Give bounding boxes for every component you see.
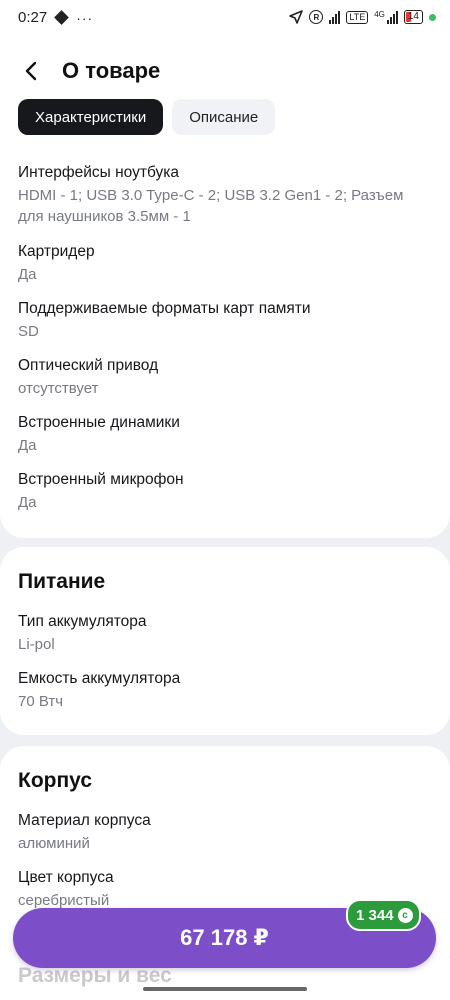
- spec-label: Тип аккумулятора: [18, 613, 147, 630]
- registered-icon: R: [309, 10, 324, 24]
- page-header: О товаре: [18, 58, 160, 84]
- spec-label: Материал корпуса: [18, 812, 151, 829]
- bonus-coin-icon: c: [397, 907, 413, 923]
- chevron-left-icon: [25, 61, 37, 81]
- home-indicator[interactable]: [143, 987, 307, 991]
- more-notifications-icon: ···: [76, 9, 94, 26]
- location-arrow-icon: [289, 10, 304, 24]
- volte-icon: LTE: [346, 10, 369, 24]
- spec-battery-capacity: Емкость аккумулятора 70 Втч: [18, 668, 433, 712]
- spec-body-material: Материал корпуса алюминий: [18, 810, 433, 854]
- spec-value: Да: [18, 437, 37, 454]
- signal-icon: [329, 10, 341, 24]
- spec-label: Картридер: [18, 243, 95, 260]
- battery-level: 14: [407, 11, 419, 22]
- power-section-title: Питание: [18, 570, 106, 593]
- tab-description[interactable]: Описание: [172, 99, 276, 135]
- spec-value: 70 Втч: [18, 693, 64, 710]
- tab-bar: Характеристики Описание: [18, 99, 276, 135]
- spec-label: Емкость аккумулятора: [18, 670, 181, 687]
- spec-value: алюминий: [18, 835, 90, 852]
- spec-cardreader: Картридер Да: [18, 241, 433, 285]
- status-time: 0:27: [18, 9, 48, 26]
- spec-optical-drive: Оптический привод отсутствует: [18, 355, 433, 399]
- spec-card-formats: Поддерживаемые форматы карт памяти SD: [18, 298, 433, 342]
- spec-value: отсутствует: [18, 380, 99, 397]
- spec-label: Встроенный микрофон: [18, 471, 184, 488]
- spec-label: Оптический привод: [18, 357, 159, 374]
- spec-value: Li-pol: [18, 636, 55, 653]
- status-bar: 0:27 ··· R LTE 4G 14: [0, 0, 450, 38]
- spec-label: Встроенные динамики: [18, 414, 180, 431]
- spec-label: Поддерживаемые форматы карт памяти: [18, 300, 311, 317]
- spec-interfaces: Интерфейсы ноутбука HDMI - 1; USB 3.0 Ty…: [18, 162, 433, 227]
- bonus-amount: 1 344: [356, 906, 394, 924]
- back-button[interactable]: [18, 58, 44, 84]
- bonus-badge: 1 344 c: [346, 899, 421, 931]
- signal-4g-icon: 4G: [374, 10, 398, 24]
- price-label: 67 178 ₽: [180, 925, 269, 950]
- tab-specifications[interactable]: Характеристики: [18, 99, 164, 135]
- page-title: О товаре: [62, 58, 161, 83]
- status-dot-icon: [429, 13, 436, 21]
- spec-speakers: Встроенные динамики Да: [18, 412, 433, 456]
- spec-label: Цвет корпуса: [18, 869, 114, 886]
- spec-value: SD: [18, 323, 39, 340]
- spec-battery-type: Тип аккумулятора Li-pol: [18, 611, 433, 655]
- spec-microphone: Встроенный микрофон Да: [18, 469, 433, 513]
- spec-value: Да: [18, 266, 37, 283]
- spec-value: HDMI - 1; USB 3.0 Type-C - 2; USB 3.2 Ge…: [18, 187, 404, 225]
- spec-label: Интерфейсы ноутбука: [18, 164, 179, 181]
- net-badge: 4G: [374, 10, 385, 19]
- app-notification-icon: [54, 10, 70, 25]
- battery-icon: 14: [403, 10, 423, 24]
- body-section-title: Корпус: [18, 769, 92, 792]
- spec-value: Да: [18, 494, 37, 511]
